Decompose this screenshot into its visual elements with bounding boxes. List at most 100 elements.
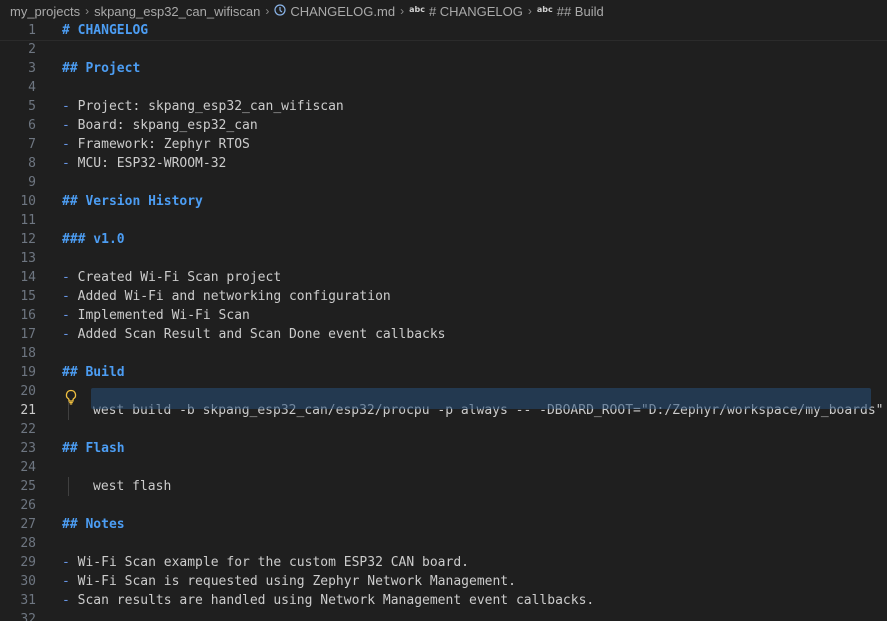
editor-line[interactable]: 22 <box>0 420 887 439</box>
editor-line[interactable]: 19 ## Build <box>0 363 887 382</box>
list-bullet-marker: - <box>62 289 78 304</box>
breadcrumb-item-project[interactable]: skpang_esp32_can_wifiscan <box>94 4 260 19</box>
markdown-list-item: - Board: skpang_esp32_can <box>62 116 258 135</box>
editor-line[interactable]: 23 ## Flash <box>0 439 887 458</box>
markdown-list-item: - Framework: Zephyr RTOS <box>62 135 250 154</box>
list-bullet-marker: - <box>62 308 78 323</box>
editor-line[interactable]: 28 <box>0 534 887 553</box>
editor-line[interactable]: 8 - MCU: ESP32-WROOM-32 <box>0 154 887 173</box>
markdown-list-item: - Created Wi-Fi Scan project <box>62 268 281 287</box>
editor-line[interactable]: 16 - Implemented Wi-Fi Scan <box>0 306 887 325</box>
list-bullet-marker: - <box>62 99 78 114</box>
editor-line[interactable]: 15 - Added Wi-Fi and networking configura… <box>0 287 887 306</box>
editor-line[interactable]: 30 - Wi-Fi Scan is requested using Zephyr… <box>0 572 887 591</box>
editor-line[interactable]: 27 ## Notes <box>0 515 887 534</box>
editor-line[interactable]: 31 - Scan results are handled using Netwo… <box>0 591 887 610</box>
list-bullet-marker: - <box>62 593 78 608</box>
line-number: 31 <box>20 593 36 608</box>
editor-line[interactable]: 5 - Project: skpang_esp32_can_wifiscan <box>0 97 887 116</box>
markdown-list-item: - Wi-Fi Scan is requested using Zephyr N… <box>62 572 516 591</box>
line-number: 16 <box>20 308 36 323</box>
editor-line[interactable]: 1 # CHANGELOG <box>0 21 887 40</box>
breadcrumb-item-folder[interactable]: my_projects <box>10 4 80 19</box>
editor-line[interactable]: 11 <box>0 211 887 230</box>
editor-line[interactable]: 14 - Created Wi-Fi Scan project <box>0 268 887 287</box>
list-item-text: Implemented Wi-Fi Scan <box>77 308 250 323</box>
markdown-heading: ## Flash <box>62 441 125 456</box>
markdown-heading: ## Version History <box>62 194 203 209</box>
editor-line[interactable]: 2 <box>0 40 887 59</box>
list-item-text: Added Wi-Fi and networking configuration <box>77 289 391 304</box>
editor-line[interactable]: 25 west flash <box>0 477 887 496</box>
breadcrumb-item-symbol-build[interactable]: ## Build <box>557 4 604 19</box>
line-number: 22 <box>20 422 36 437</box>
line-number: 25 <box>20 479 36 494</box>
line-number: 1 <box>28 23 36 38</box>
list-item-text: Created Wi-Fi Scan project <box>77 270 282 285</box>
line-number: 26 <box>20 498 36 513</box>
editor-line[interactable]: 13 <box>0 249 887 268</box>
editor-line[interactable]: 9 <box>0 173 887 192</box>
markdown-list-item: - Project: skpang_esp32_can_wifiscan <box>62 97 344 116</box>
line-number: 30 <box>20 574 36 589</box>
breadcrumb: my_projects › skpang_esp32_can_wifiscan … <box>0 0 887 22</box>
editor-line[interactable]: 26 <box>0 496 887 515</box>
markdown-heading: ## Notes <box>62 517 125 532</box>
editor-line[interactable]: 18 <box>0 344 887 363</box>
list-item-text: Framework: Zephyr RTOS <box>77 137 250 152</box>
editor-line[interactable]: 6 - Board: skpang_esp32_can <box>0 116 887 135</box>
line-number: 9 <box>28 175 36 190</box>
markdown-heading: ## Project <box>62 61 141 76</box>
indent-guide <box>68 477 69 496</box>
editor-line[interactable]: 24 <box>0 458 887 477</box>
breadcrumb-item-file[interactable]: CHANGELOG.md <box>290 4 395 19</box>
line-selection-highlight <box>91 388 871 409</box>
markdown-list-item: - Implemented Wi-Fi Scan <box>62 306 250 325</box>
editor-line[interactable]: 7 - Framework: Zephyr RTOS <box>0 135 887 154</box>
list-item-text: Wi-Fi Scan example for the custom ESP32 … <box>77 555 469 570</box>
line-number: 17 <box>20 327 36 342</box>
editor-line[interactable]: 17 - Added Scan Result and Scan Done even… <box>0 325 887 344</box>
line-number: 12 <box>20 232 36 247</box>
list-item-text: MCU: ESP32-WROOM-32 <box>77 156 227 171</box>
line-number: 2 <box>28 42 36 57</box>
line-number: 3 <box>28 61 36 76</box>
editor-line[interactable]: 12 ### v1.0 <box>0 230 887 249</box>
editor-line[interactable]: 3 ## Project <box>0 59 887 78</box>
line-number: 5 <box>28 99 36 114</box>
markdown-heading: # CHANGELOG <box>62 23 149 38</box>
editor-line[interactable]: 10 ## Version History <box>0 192 887 211</box>
list-bullet-marker: - <box>62 118 78 133</box>
abc-symbol-icon: abc <box>409 4 425 14</box>
lightbulb-icon[interactable] <box>63 389 79 405</box>
line-number: 28 <box>20 536 36 551</box>
editor-text-area[interactable]: 1 # CHANGELOG 2 3 ## Project 4 5- Project: skp… <box>0 21 887 621</box>
markdown-heading: ## Build <box>62 365 125 380</box>
code-block-line: west flash <box>93 479 172 494</box>
list-bullet-marker: - <box>62 327 78 342</box>
list-bullet-marker: - <box>62 555 78 570</box>
line-number: 20 <box>20 384 36 399</box>
line-number: 7 <box>28 137 36 152</box>
breadcrumb-item-symbol-changelog[interactable]: # CHANGELOG <box>429 4 523 19</box>
markdown-info-icon <box>274 3 286 19</box>
line-number: 4 <box>28 80 36 95</box>
chevron-right-icon: › <box>400 4 405 18</box>
editor-line[interactable]: 29 - Wi-Fi Scan example for the custom ES… <box>0 553 887 572</box>
markdown-list-item: - Scan results are handled using Network… <box>62 591 594 610</box>
list-item-text: Wi-Fi Scan is requested using Zephyr Net… <box>77 574 516 589</box>
line-number: 11 <box>20 213 36 228</box>
line-number: 23 <box>20 441 36 456</box>
list-bullet-marker: - <box>62 156 78 171</box>
list-bullet-marker: - <box>62 574 78 589</box>
line-number: 13 <box>20 251 36 266</box>
markdown-list-item: - Added Scan Result and Scan Done event … <box>62 325 446 344</box>
line-number: 14 <box>20 270 36 285</box>
line-number: 10 <box>20 194 36 209</box>
editor-line[interactable]: 32 <box>0 610 887 621</box>
line-number: 15 <box>20 289 36 304</box>
abc-symbol-icon: abc <box>536 4 553 14</box>
editor-line[interactable]: 4 <box>0 78 887 97</box>
list-item-text: Added Scan Result and Scan Done event ca… <box>77 327 446 342</box>
line-number: 29 <box>20 555 36 570</box>
